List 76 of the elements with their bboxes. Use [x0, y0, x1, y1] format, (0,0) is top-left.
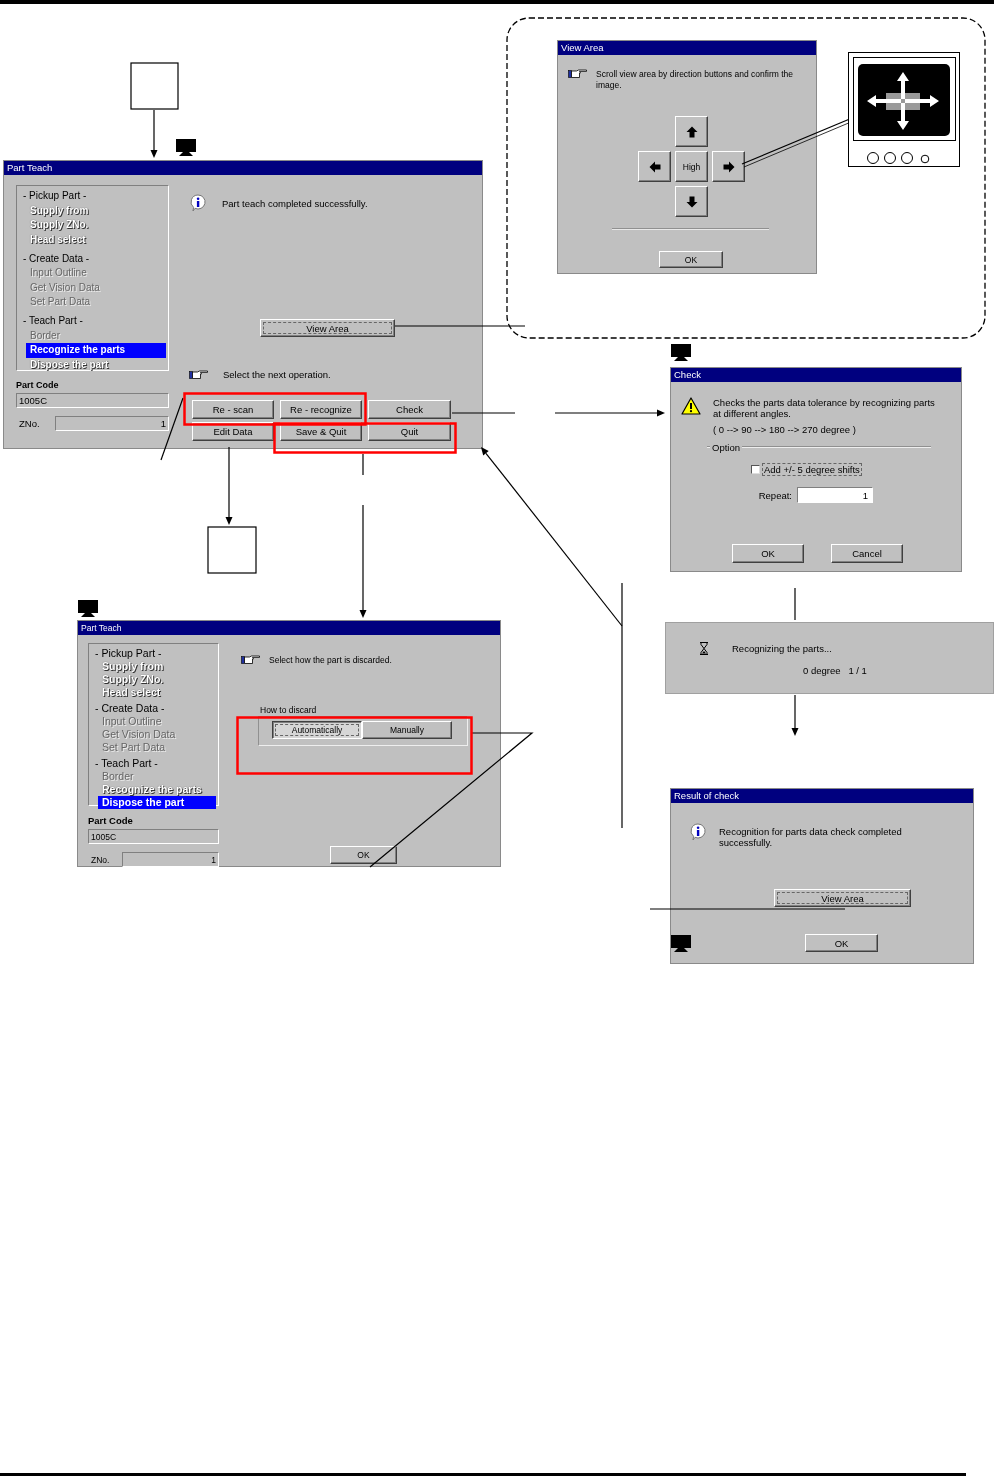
- speed-button[interactable]: High: [675, 151, 708, 182]
- part-code-field[interactable]: 1005C: [16, 393, 169, 408]
- empty-box: [207, 526, 257, 574]
- window-title: Part Teach: [4, 161, 482, 175]
- empty-box: [130, 62, 179, 110]
- hourglass-icon: [699, 642, 709, 655]
- section-heading: - Teach Part -: [94, 757, 159, 770]
- leader-line: [362, 453, 364, 476]
- field-label: Part Code: [88, 815, 134, 826]
- action-button[interactable]: Re - scan: [192, 400, 274, 419]
- info-icon: [189, 194, 207, 212]
- action-button[interactable]: Re - recognize: [280, 400, 362, 419]
- section-heading: - Create Data -: [94, 702, 166, 715]
- status-text: 0 degree 1 / 1: [803, 665, 868, 676]
- checkbox[interactable]: [751, 465, 760, 474]
- group-label: Option: [712, 441, 740, 453]
- message-text: Recognizing the parts...: [732, 643, 832, 654]
- ok-button[interactable]: OK: [659, 251, 723, 268]
- arrow-up-icon: [685, 125, 698, 138]
- checkbox-label[interactable]: Add +/- 5 degree shifts: [763, 464, 861, 475]
- flow-arrow: [150, 109, 158, 158]
- group-label: How to discard: [260, 705, 318, 715]
- ok-button[interactable]: OK: [805, 934, 878, 952]
- field-label: ZNo.: [18, 418, 41, 429]
- message-text: Recognition for parts data check completed successfully.: [719, 825, 903, 848]
- monitor-icon: [671, 344, 691, 361]
- window-title: View Area: [558, 41, 816, 55]
- info-icon: [689, 823, 707, 841]
- field-label: Part Code: [16, 380, 60, 390]
- leader-line: [160, 397, 184, 461]
- prompt-text: Select the next operation.: [223, 369, 331, 380]
- view-area-button[interactable]: View Area: [260, 319, 395, 337]
- scroll-up-button[interactable]: [675, 116, 708, 147]
- pointing-hand-icon: [189, 369, 209, 380]
- monitor-icon: [176, 139, 196, 156]
- window-title: Part Teach: [78, 621, 500, 635]
- option-button[interactable]: Manually: [362, 721, 452, 739]
- scroll-left-button[interactable]: [638, 151, 671, 182]
- part-code-field[interactable]: 1005C: [88, 829, 219, 844]
- ok-button[interactable]: OK: [732, 544, 804, 563]
- option-button[interactable]: Automatically: [272, 721, 362, 739]
- action-button[interactable]: Check: [368, 400, 451, 419]
- pointing-hand-icon: [568, 69, 588, 79]
- step-item[interactable]: Dispose the part: [98, 796, 216, 809]
- leader-line: [794, 587, 796, 621]
- section-heading: - Pickup Part -: [94, 647, 163, 660]
- leader-line: [451, 412, 516, 414]
- arrow-right-icon: [722, 160, 735, 173]
- pointing-hand-icon: [241, 655, 261, 665]
- section-heading: - Create Data -: [22, 251, 91, 266]
- message-text: Checks the parts data tolerance by recognizing parts at different angles.: [713, 397, 936, 419]
- prompt-text: Select how the part is discarded.: [269, 655, 392, 665]
- repeat-field[interactable]: 1: [797, 487, 873, 503]
- field-label: Repeat:: [757, 489, 793, 501]
- step-item[interactable]: Recognize the parts: [26, 343, 166, 358]
- warning-icon: [681, 397, 701, 415]
- section-heading: - Pickup Part -: [22, 189, 88, 203]
- scroll-right-button[interactable]: [712, 151, 745, 182]
- zno-field[interactable]: 1: [55, 416, 169, 431]
- arrow-left-icon: [648, 160, 661, 173]
- monitor-icon: [671, 935, 691, 952]
- window-title: Result of check: [671, 789, 973, 803]
- arrow-down-icon: [685, 195, 698, 208]
- section-heading: - Teach Part -: [22, 314, 84, 328]
- ok-button[interactable]: OK: [330, 846, 397, 864]
- angle-text: ( 0 --> 90 --> 180 --> 270 degree ): [713, 424, 857, 435]
- zno-field[interactable]: 1: [122, 852, 219, 867]
- view-area-button[interactable]: View Area: [774, 889, 911, 907]
- cancel-button[interactable]: Cancel: [831, 544, 903, 563]
- flow-arrow: [791, 694, 799, 736]
- scroll-down-button[interactable]: [675, 186, 708, 217]
- monitor-icon: [78, 600, 98, 617]
- window-title: Check: [671, 368, 961, 382]
- message-text: Part teach completed successfully.: [222, 197, 368, 209]
- prompt-text: Scroll view area by direction buttons and confirm the image.: [596, 69, 794, 91]
- field-label: ZNo.: [90, 854, 111, 865]
